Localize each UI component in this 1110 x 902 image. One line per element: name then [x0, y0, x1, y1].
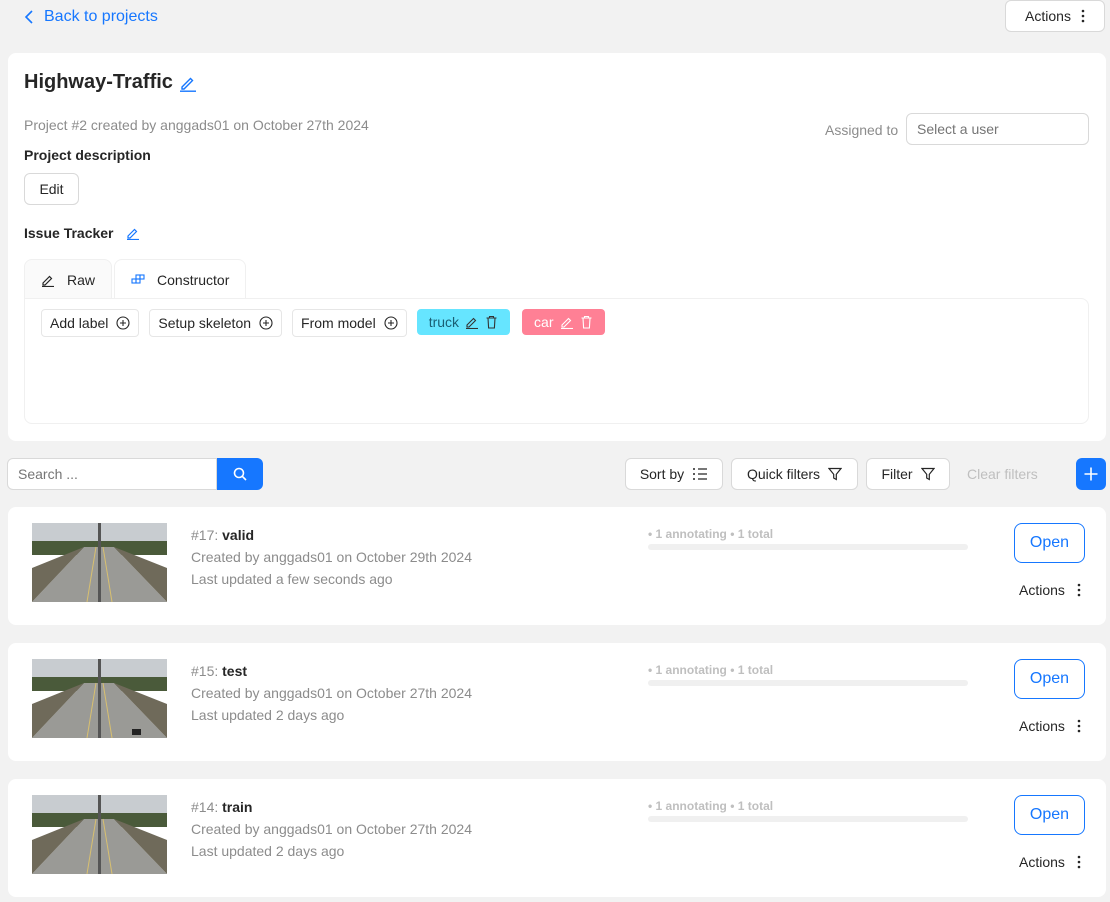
- task-thumbnail[interactable]: [32, 523, 167, 602]
- open-task-button[interactable]: Open: [1014, 795, 1085, 835]
- filter-button[interactable]: Filter: [866, 458, 950, 490]
- tab-constructor-label: Constructor: [157, 271, 230, 288]
- task-name: valid: [222, 527, 255, 543]
- label-editor-tabs: Raw Constructor: [24, 259, 248, 299]
- task-updated: Last updated 2 days ago: [191, 843, 345, 859]
- task-actions-label: Actions: [1019, 854, 1065, 870]
- task-created: Created by anggads01 on October 27th 202…: [191, 821, 472, 837]
- add-label-text: Add label: [50, 315, 109, 331]
- search-button[interactable]: [217, 458, 263, 490]
- assignee-select[interactable]: [906, 113, 1089, 145]
- from-model-button[interactable]: From model: [292, 309, 407, 337]
- task-card: #17: valid Created by anggads01 on Octob…: [8, 507, 1106, 625]
- more-vertical-icon: [1081, 9, 1085, 23]
- task-progress-bar: [648, 680, 968, 686]
- quick-filters-button[interactable]: Quick filters: [731, 458, 858, 490]
- project-description-label: Project description: [24, 147, 151, 163]
- task-actions-button[interactable]: Actions: [1019, 582, 1081, 598]
- task-created: Created by anggads01 on October 27th 202…: [191, 685, 472, 701]
- task-updated: Last updated 2 days ago: [191, 707, 345, 723]
- edit-label-icon[interactable]: [465, 315, 479, 329]
- search-icon: [233, 467, 247, 481]
- edit-label-icon[interactable]: [560, 315, 574, 329]
- pencil-icon: [42, 275, 54, 287]
- label-tag-name: truck: [428, 314, 460, 330]
- filter-icon: [828, 467, 843, 481]
- sort-list-icon: [693, 468, 708, 480]
- filter-icon: [920, 467, 935, 481]
- task-progress-text: • 1 annotating • 1 total: [648, 527, 774, 541]
- task-actions-button[interactable]: Actions: [1019, 718, 1081, 734]
- issue-tracker-label: Issue Tracker: [24, 225, 114, 241]
- plus-circle-icon: [259, 316, 273, 330]
- plus-icon: [1084, 467, 1098, 481]
- add-label-button[interactable]: Add label: [41, 309, 140, 337]
- task-card: #14: train Created by anggads01 on Octob…: [8, 779, 1106, 897]
- task-actions-label: Actions: [1019, 718, 1065, 734]
- task-title[interactable]: #17: valid: [191, 527, 254, 543]
- tab-constructor[interactable]: Constructor: [114, 259, 247, 299]
- task-name: train: [222, 799, 253, 815]
- blocks-icon: [131, 273, 145, 284]
- task-card: #15: test Created by anggads01 on Octobe…: [8, 643, 1106, 761]
- task-search-input[interactable]: [7, 458, 217, 490]
- setup-skeleton-button[interactable]: Setup skeleton: [149, 309, 283, 337]
- task-progress-text: • 1 annotating • 1 total: [648, 799, 774, 813]
- setup-skeleton-text: Setup skeleton: [158, 315, 252, 331]
- plus-circle-icon: [116, 316, 130, 330]
- labels-row: Add label Setup skeleton From model truc…: [41, 309, 617, 337]
- task-actions-label: Actions: [1019, 582, 1065, 598]
- more-vertical-icon: [1077, 855, 1081, 869]
- assigned-to-label: Assigned to: [825, 122, 899, 138]
- project-title: Highway-Traffic: [24, 71, 173, 93]
- project-details-card: Highway-Traffic Project #2 created by an…: [8, 53, 1106, 441]
- task-title[interactable]: #15: test: [191, 663, 247, 679]
- more-vertical-icon: [1077, 719, 1081, 733]
- project-actions-label: Actions: [1025, 8, 1071, 24]
- open-task-button[interactable]: Open: [1014, 659, 1085, 699]
- tab-raw-label: Raw: [67, 271, 96, 288]
- issue-tracker-row: Issue Tracker: [24, 225, 140, 241]
- project-meta: Project #2 created by anggads01 on Octob…: [24, 117, 369, 133]
- task-thumbnail[interactable]: [32, 795, 167, 874]
- task-progress-bar: [648, 544, 968, 550]
- sort-by-label: Sort by: [639, 466, 685, 482]
- open-task-button[interactable]: Open: [1014, 523, 1085, 563]
- task-created: Created by anggads01 on October 29th 202…: [191, 549, 472, 565]
- task-name: test: [222, 663, 248, 679]
- delete-label-icon[interactable]: [580, 315, 593, 329]
- filter-label: Filter: [881, 466, 913, 482]
- edit-title-icon[interactable]: [179, 74, 197, 92]
- task-id: #15:: [191, 663, 223, 679]
- task-actions-button[interactable]: Actions: [1019, 854, 1081, 870]
- label-tag-car: car: [522, 309, 605, 335]
- task-id: #14:: [191, 799, 223, 815]
- task-updated: Last updated a few seconds ago: [191, 571, 393, 587]
- clear-filters-button[interactable]: Clear filters: [967, 466, 1038, 482]
- back-link-label: Back to projects: [44, 8, 158, 25]
- chevron-left-icon: [24, 10, 33, 24]
- plus-circle-icon: [384, 316, 398, 330]
- task-progress-bar: [648, 816, 968, 822]
- add-task-button[interactable]: [1076, 458, 1106, 490]
- constructor-panel: Add label Setup skeleton From model truc…: [24, 298, 1089, 424]
- more-vertical-icon: [1077, 583, 1081, 597]
- task-thumbnail[interactable]: [32, 659, 167, 738]
- task-progress-text: • 1 annotating • 1 total: [648, 663, 774, 677]
- project-title-row: Highway-Traffic: [24, 71, 197, 94]
- sort-by-button[interactable]: Sort by: [625, 458, 723, 490]
- task-title[interactable]: #14: train: [191, 799, 252, 815]
- label-tag-name: car: [534, 314, 554, 330]
- quick-filters-label: Quick filters: [746, 466, 821, 482]
- label-tag-truck: truck: [416, 309, 511, 335]
- task-id: #17:: [191, 527, 223, 543]
- delete-label-icon[interactable]: [485, 315, 498, 329]
- tab-raw[interactable]: Raw: [24, 259, 113, 299]
- edit-description-button[interactable]: Edit: [24, 173, 79, 205]
- back-to-projects-link[interactable]: Back to projects: [24, 7, 158, 27]
- from-model-text: From model: [301, 315, 376, 331]
- project-actions-button[interactable]: Actions: [1005, 0, 1105, 32]
- edit-issue-tracker-icon[interactable]: [126, 226, 140, 240]
